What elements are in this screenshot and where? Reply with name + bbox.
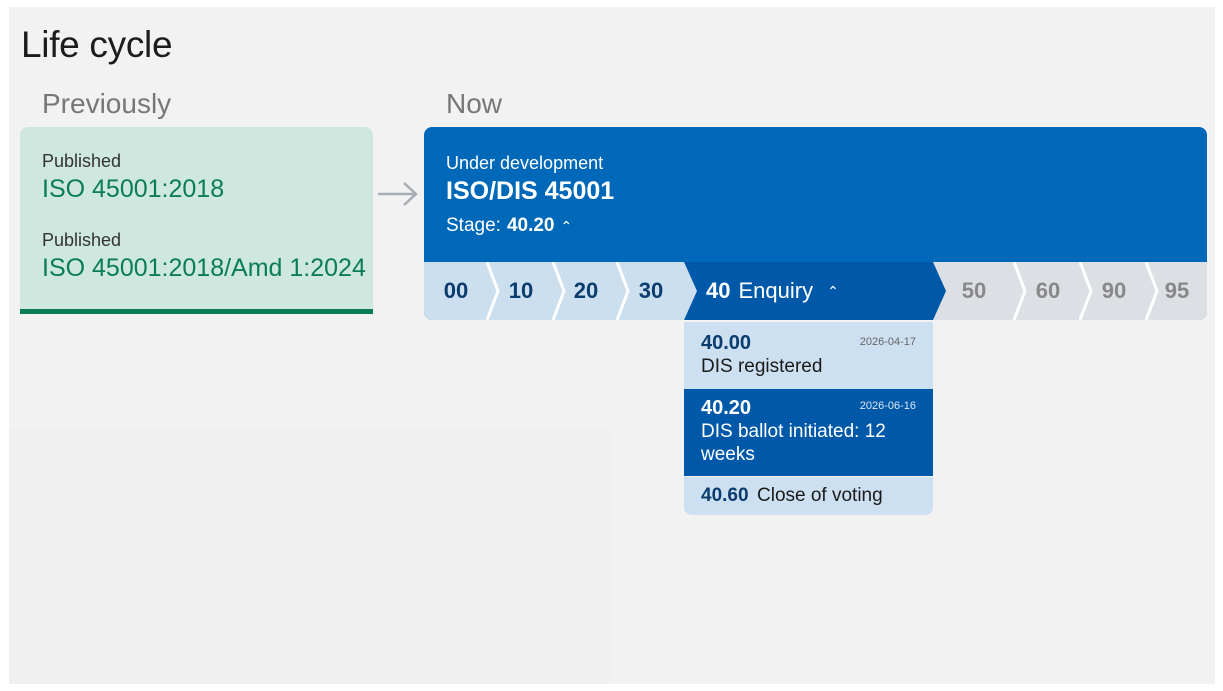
chevron-separator [933,262,946,320]
substage-item-current[interactable]: 40.20 2026-06-16 DIS ballot initiated: 1… [684,389,933,476]
substage-description: Close of voting [757,485,883,506]
now-status: Under development [446,153,604,173]
previous-item-status: Published [42,151,122,171]
previously-heading: Previously [42,88,172,119]
chevron-separator [552,262,566,320]
chevron-separator [1145,262,1159,320]
previous-item-status: Published [42,230,122,250]
caret-up-icon: ⌃ [827,282,839,299]
stage-40-active[interactable]: 40 Enquiry ⌃ [684,262,933,320]
substage-date: 2026-04-17 [859,336,916,348]
previous-item[interactable]: Published ISO 45001:2018/Amd 1:2024 [42,230,366,283]
previous-item[interactable]: Published ISO 45001:2018 [42,151,224,204]
stage-code: 30 [638,278,664,303]
stage-value: 40.20 [506,215,555,236]
previously-card: Published ISO 45001:2018 Published ISO 4… [20,127,373,314]
stage-toggle[interactable]: Stage: 40.20 ⌃ [446,215,572,237]
substage-item[interactable]: 40.60 Close of voting [684,477,933,515]
now-card: Under development ISO/DIS 45001 Stage: 4… [424,127,1207,320]
stage-00[interactable]: 00 [424,262,488,320]
stage-label: Stage: [446,215,501,236]
substage-item[interactable]: 40.00 2026-04-17 DIS registered [684,322,933,389]
stage-code: 60 [1035,278,1061,303]
stage-name: Enquiry [738,278,814,303]
stage-code: 50 [961,278,987,303]
substage-description: DIS ballot initiated: 12 weeks [701,421,886,465]
stage-strip: 00 10 20 30 40 Enquiry ⌃ 50 60 90 95 [424,262,1207,320]
substage-date: 2026-06-16 [859,400,916,412]
arrow-right-icon [378,182,418,206]
stage-code: 00 [443,278,469,303]
page-title: Life cycle [21,24,173,65]
stage-code: 40 [706,278,731,303]
substage-code: 40.60 [701,485,749,506]
substage-description: DIS registered [701,356,823,377]
stage-code: 20 [573,278,599,303]
now-reference: ISO/DIS 45001 [446,177,615,205]
stage-code: 90 [1101,278,1127,303]
now-heading: Now [446,88,503,119]
chevron-separator [684,262,697,320]
stage-code: 95 [1164,278,1190,303]
previous-item-reference-link[interactable]: ISO 45001:2018 [42,175,224,204]
chevron-separator [616,262,630,320]
previous-item-reference-link[interactable]: ISO 45001:2018/Amd 1:2024 [42,254,366,283]
chevron-separator [1079,262,1093,320]
lower-panel [9,428,611,684]
stage-code: 10 [508,278,534,303]
chevron-separator [1013,262,1027,320]
caret-up-icon: ⌃ [560,217,573,234]
chevron-separator [486,262,500,320]
